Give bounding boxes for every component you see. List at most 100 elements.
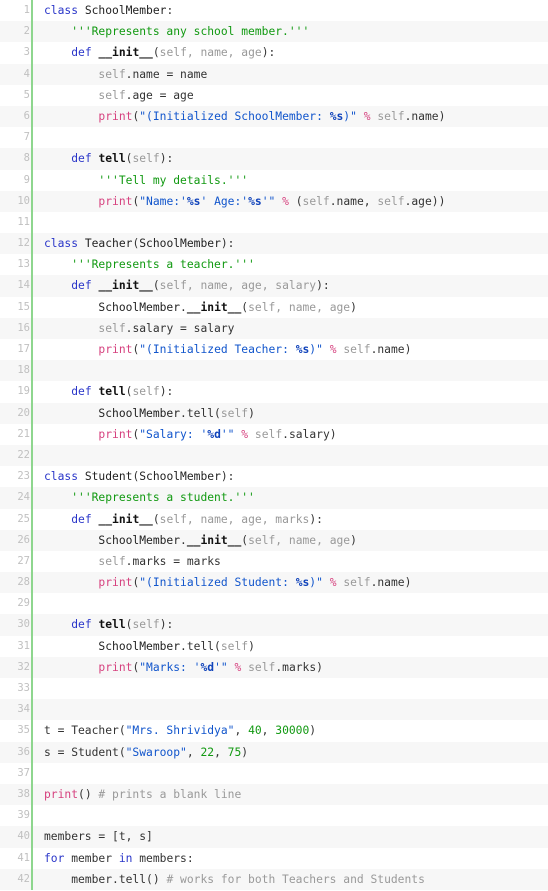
code-line-text[interactable]: print("Salary: '%d'" % self.salary) [42,424,548,445]
code-line-text[interactable] [42,127,548,148]
code-line-text[interactable]: print("Marks: '%d'" % self.marks) [42,657,548,678]
code-line-text[interactable]: def tell(self): [42,148,548,169]
code-line-row[interactable]: 41 for member in members: [0,847,548,869]
code-line-row[interactable]: 32 print("Marks: '%d'" % self.marks) [0,656,548,679]
code-line-row[interactable]: 17 print("(Initialized Teacher: %s)" % s… [0,339,548,361]
code-line-text[interactable]: for member in members: [42,848,548,869]
code-line-row[interactable]: 40 members = [t, s] [0,826,548,848]
code-line-text[interactable]: print() # prints a blank line [42,784,548,805]
code-line-text[interactable]: print("(Initialized SchoolMember: %s)" %… [42,106,548,127]
code-line-row[interactable]: 20 SchoolMember.tell(self) [0,402,548,424]
code-line-row[interactable]: 24 '''Represents a student.''' [0,487,548,509]
code-line-text[interactable]: '''Represents a student.''' [42,487,548,508]
code-line-text[interactable]: print("Name:'%s' Age:'%s'" % (self.name,… [42,191,548,212]
code-line-text[interactable]: SchoolMember.__init__(self, name, age) [42,297,548,318]
code-line-text[interactable]: self.salary = salary [42,318,548,339]
code-line-row[interactable]: 4 self.name = name [0,63,548,85]
code-line-row[interactable]: 10 print("Name:'%s' Age:'%s'" % (self.na… [0,190,548,213]
code-line-text[interactable]: member.tell() # works for both Teachers … [42,869,548,890]
code-line-text[interactable]: def __init__(self, name, age): [42,42,548,63]
code-line-text[interactable]: class Student(SchoolMember): [42,466,548,487]
code-line-text[interactable] [42,805,548,826]
code-line-text[interactable]: print("(Initialized Student: %s)" % self… [42,572,548,593]
code-line-text[interactable]: def __init__(self, name, age, marks): [42,509,548,530]
code-line-row[interactable]: 16 self.salary = salary [0,317,548,340]
code-line-row[interactable]: 28 print("(Initialized Student: %s)" % s… [0,572,548,594]
code-line-text[interactable] [42,678,548,699]
code-line-row[interactable]: 19 def tell(self): [0,381,548,403]
code-line-row[interactable]: 7 [0,127,548,149]
code-token: __init__ [186,533,242,547]
gutter-marker-bar [30,275,42,297]
code-line-text[interactable]: SchoolMember.tell(self) [42,636,548,657]
code-line-row[interactable]: 36 s = Student("Swaroop", 22, 75) [0,741,548,763]
code-line-text[interactable]: s = Student("Swaroop", 22, 75) [42,742,548,763]
code-line-row[interactable]: 5 self.age = age [0,84,548,107]
code-line-row[interactable]: 15 SchoolMember.__init__(self, name, age… [0,296,548,319]
code-line-row[interactable]: 3 def __init__(self, name, age): [0,42,548,64]
code-line-row[interactable]: 39 [0,805,548,827]
code-line-text[interactable]: self.age = age [42,85,548,106]
line-number: 7 [23,131,30,144]
code-line-text[interactable] [42,699,548,720]
code-line-row[interactable]: 38 print() # prints a blank line [0,783,548,806]
code-line-row[interactable]: 2 '''Represents any school member.''' [0,21,548,43]
code-line-row[interactable]: 30 def tell(self): [0,614,548,636]
code-line-row[interactable]: 13 '''Represents a teacher.''' [0,254,548,276]
code-line-text[interactable]: '''Tell my details.''' [42,170,548,191]
code-line-row[interactable]: 27 self.marks = marks [0,550,548,573]
code-line-row[interactable]: 11 [0,211,548,234]
code-line-text[interactable] [42,763,548,784]
code-line-text[interactable]: print("(Initialized Teacher: %s)" % self… [42,339,548,360]
code-line-text[interactable]: def __init__(self, name, age, salary): [42,275,548,296]
code-line-row[interactable]: 42 member.tell() # works for both Teache… [0,868,548,891]
code-token: % [329,576,337,590]
code-line-row[interactable]: 1 class SchoolMember: [0,0,548,22]
code-token: SchoolMember [139,237,221,251]
code-line-text[interactable]: def tell(self): [42,381,548,402]
code-line-row[interactable]: 22 [0,444,548,467]
code-line-row[interactable]: 12 class Teacher(SchoolMember): [0,233,548,255]
code-line-text[interactable]: '''Represents any school member.''' [42,21,548,42]
gutter-marker-bar [30,169,42,191]
code-token: ) [241,745,249,759]
code-line-text[interactable]: members = [t, s] [42,826,548,847]
code-line-text[interactable]: t = Teacher("Mrs. Shrividya", 40, 30000) [42,720,548,741]
code-token: .name [404,109,439,123]
code-line-row[interactable]: 8 def tell(self): [0,148,548,170]
code-token: %d [207,427,221,441]
code-listing[interactable]: 1 class SchoolMember: 2 '''Represents any … [0,0,548,891]
code-line-text[interactable]: self.marks = marks [42,551,548,572]
code-line-text[interactable]: SchoolMember.__init__(self, name, age) [42,530,548,551]
code-line-row[interactable]: 29 [0,593,548,615]
code-line-row[interactable]: 9 '''Tell my details.''' [0,169,548,191]
code-line-row[interactable]: 6 print("(Initialized SchoolMember: %s)"… [0,105,548,128]
code-line-text[interactable]: SchoolMember.tell(self) [42,403,548,424]
code-line-text[interactable] [42,445,548,466]
code-line-text[interactable]: class Teacher(SchoolMember): [42,233,548,254]
code-line-row[interactable]: 21 print("Salary: '%d'" % self.salary) [0,423,548,446]
code-line-row[interactable]: 31 SchoolMember.tell(self) [0,635,548,658]
code-token: __init__ [98,279,153,293]
gutter-marker-bar [30,868,42,891]
code-line-text[interactable] [42,212,548,233]
code-line-text[interactable]: self.name = name [42,64,548,85]
code-line-text[interactable]: '''Represents a teacher.''' [42,254,548,275]
code-line-row[interactable]: 35 t = Teacher("Mrs. Shrividya", 40, 3000… [0,720,548,742]
code-line-row[interactable]: 25 def __init__(self, name, age, marks): [0,508,548,530]
code-line-text[interactable]: def tell(self): [42,614,548,635]
code-token: "Swaroop" [125,745,187,759]
code-line-row[interactable]: 33 [0,678,548,700]
code-line-row[interactable]: 14 def __init__(self, name, age, salary)… [0,275,548,297]
code-line-text[interactable]: class SchoolMember: [42,0,548,21]
code-line-row[interactable]: 18 [0,360,548,382]
code-line-row[interactable]: 37 [0,762,548,785]
code-line-text[interactable] [42,593,548,614]
code-line-row[interactable]: 26 SchoolMember.__init__(self, name, age… [0,529,548,552]
code-line-row[interactable]: 34 [0,699,548,721]
code-line-row[interactable]: 23 class Student(SchoolMember): [0,466,548,488]
code-line-text[interactable] [42,360,548,381]
